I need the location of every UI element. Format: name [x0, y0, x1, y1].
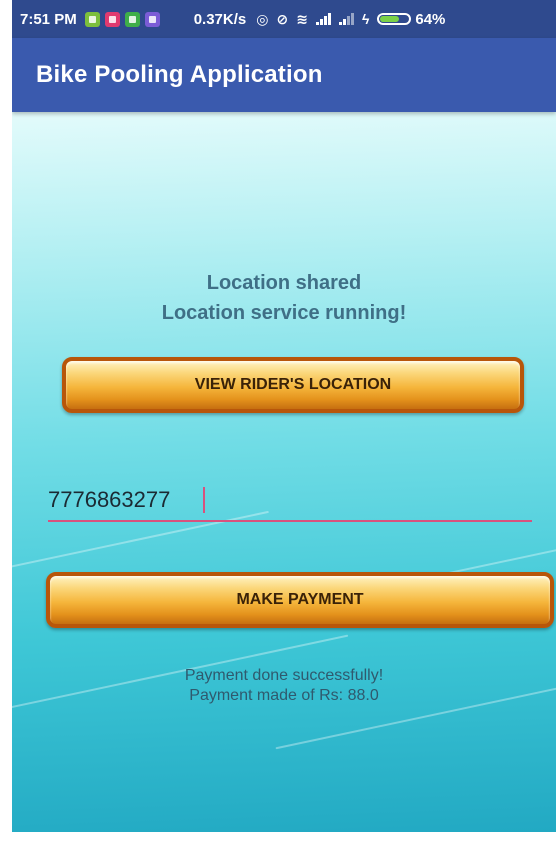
app-title: Bike Pooling Application [36, 61, 323, 88]
mute-icon: ⊘ [276, 10, 289, 27]
app-icon [84, 11, 100, 27]
make-payment-button[interactable]: MAKE PAYMENT [46, 572, 554, 628]
battery-icon [377, 13, 412, 25]
status-time: 7:51 PM [20, 10, 77, 28]
location-status-line1: Location shared [206, 272, 362, 294]
signal-icon [338, 13, 354, 25]
location-status-line2: Location service running! [161, 302, 407, 324]
lock-icon [124, 11, 140, 27]
payment-status-line1: Payment done successfully! [184, 667, 384, 684]
view-rider-location-label: VIEW RIDER'S LOCATION [194, 376, 392, 393]
signal-icon [315, 13, 331, 25]
battery-percent: 64% [415, 10, 446, 28]
hotspot-icon: ◎ [256, 10, 269, 27]
view-rider-location-button[interactable]: VIEW RIDER'S LOCATION [62, 357, 524, 413]
app-bar: Bike Pooling Application [12, 38, 556, 112]
image-icon [144, 11, 160, 27]
mail-icon [104, 11, 120, 27]
phone-screen: 7:51 PM 0.37K/s ◎ ⊘ ≋ ϟ 64% Bike Pooling… [12, 0, 556, 832]
make-payment-label: MAKE PAYMENT [236, 591, 364, 608]
system-icons: ◎ ⊘ ≋ ϟ [256, 10, 412, 28]
notification-icons [84, 11, 160, 27]
status-bar: 7:51 PM 0.37K/s ◎ ⊘ ≋ ϟ 64% [12, 0, 556, 38]
payment-status-line2: Payment made of Rs: 88.0 [189, 687, 379, 704]
wifi-icon: ≋ [296, 10, 308, 27]
phone-number-input[interactable] [48, 480, 532, 522]
main-content [12, 112, 556, 832]
text-cursor [203, 487, 205, 513]
network-speed: 0.37K/s [193, 10, 247, 28]
charging-icon: ϟ [361, 11, 370, 27]
